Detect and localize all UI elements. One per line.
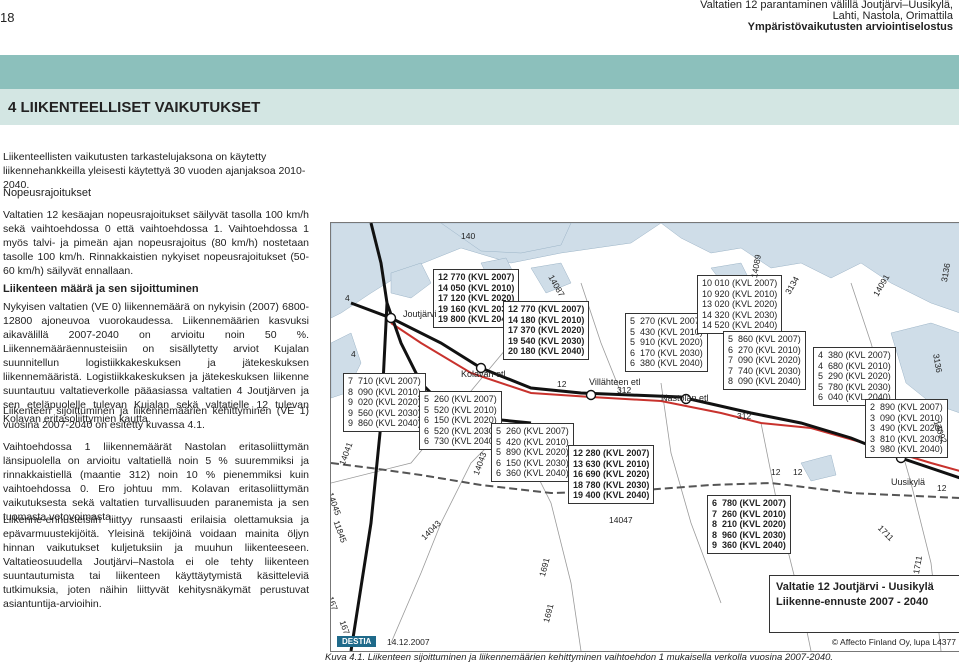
page-number: 18 xyxy=(0,10,15,25)
place-nastola: Nastolan etl xyxy=(661,393,709,403)
traffic-box-12-east: 6 780 (KVL 2007) 7 260 (KVL 2010) 8 210 … xyxy=(707,495,791,554)
map-date: 14.12.2007 xyxy=(387,637,430,647)
traffic-box-312-east: 4 380 (KVL 2007) 4 680 (KVL 2010) 5 290 … xyxy=(813,347,896,406)
traffic-box-312-nastola: 5 860 (KVL 2007) 6 270 (KVL 2010) 7 090 … xyxy=(723,331,806,390)
road-label-312: 312 xyxy=(617,385,632,395)
traffic-box-312-west: 5 260 (KVL 2007) 5 520 (KVL 2010) 6 150 … xyxy=(419,391,502,450)
traffic-box-12-villahde: 12 280 (KVL 2007) 13 630 (KVL 2010) 16 6… xyxy=(568,445,655,504)
running-header: Valtatien 12 parantaminen välillä Joutjä… xyxy=(700,0,953,33)
road-label-12: 12 xyxy=(557,379,567,389)
place-joutjarvi: Joutjärvi xyxy=(403,309,437,319)
road-label-140: 140 xyxy=(461,231,476,241)
section-title-bar: 4 LIIKENTEELLISET VAIKUTUKSET xyxy=(0,89,959,125)
road-label-312-east: 312 xyxy=(737,411,752,421)
traffic-box-12-nastola-north: 10 010 (KVL 2007) 10 920 (KVL 2010) 13 0… xyxy=(697,275,783,334)
road-label-12-uusikyla: 12 xyxy=(937,483,947,493)
traffic-box-12-kolava: 12 770 (KVL 2007) 14 180 (KVL 2010) 17 3… xyxy=(503,301,590,360)
legend-title: Valtatie 12 Joutjärvi - Uusikylä xyxy=(776,581,934,593)
place-uusikyla: Uusikylä xyxy=(891,477,926,487)
figure-caption: Kuva 4.1. Liikenteen sijoittuminen ja li… xyxy=(325,652,834,663)
paragraph-traffic-4: Liikenne-ennusteisiin liittyy runsaasti … xyxy=(3,514,309,610)
map-copyright: © Affecto Finland Oy, lupa L4377 xyxy=(831,637,956,647)
place-kolava: Kolavan etl xyxy=(461,369,506,379)
legend-subtitle: Liikenne-ennuste 2007 - 2040 xyxy=(776,596,929,608)
road-label-12-east-2: 12 xyxy=(793,467,803,477)
decorative-band xyxy=(0,55,959,89)
road-label-4: 4 xyxy=(345,293,350,303)
destia-logo: DESTIA xyxy=(337,636,377,647)
place-villahde: Villähteen etl xyxy=(589,377,641,387)
road-label-4-south: 4 xyxy=(351,349,356,359)
header-line-3: Ympäristövaikutusten arviointiselostus xyxy=(747,21,953,33)
traffic-box-312-villahde: 5 270 (KVL 2007) 5 430 (KVL 2010) 5 910 … xyxy=(625,313,708,372)
heading-speed-limits: Nopeusrajoitukset xyxy=(3,187,92,199)
traffic-forecast-map: 12 770 (KVL 2007) 14 050 (KVL 2010) 17 1… xyxy=(330,222,959,652)
map-legend: Valtatie 12 Joutjärvi - Uusikylä Liikenn… xyxy=(769,575,959,633)
road-label-12-east: 12 xyxy=(771,467,781,477)
traffic-box-312-kolava: 5 260 (KVL 2007) 5 420 (KVL 2010) 5 890 … xyxy=(491,423,574,482)
paragraph-traffic-3: Vaihtoehdossa 1 liikennemäärät Nastolan … xyxy=(3,441,309,523)
paragraph-traffic-2: Liikenteen sijoittuminen ja liikennemäär… xyxy=(3,405,309,431)
road-label-14047: 14047 xyxy=(609,515,633,525)
paragraph-speed-limits: Valtatien 12 kesäajan nopeusrajoitukset … xyxy=(3,209,309,277)
heading-traffic-volume: Liikenteen määrä ja sen sijoittuminen xyxy=(3,283,199,295)
traffic-box-4-south: 7 710 (KVL 2007) 8 090 (KVL 2010) 9 020 … xyxy=(343,373,426,432)
section-title: 4 LIIKENTEELLISET VAIKUTUKSET xyxy=(8,99,261,116)
